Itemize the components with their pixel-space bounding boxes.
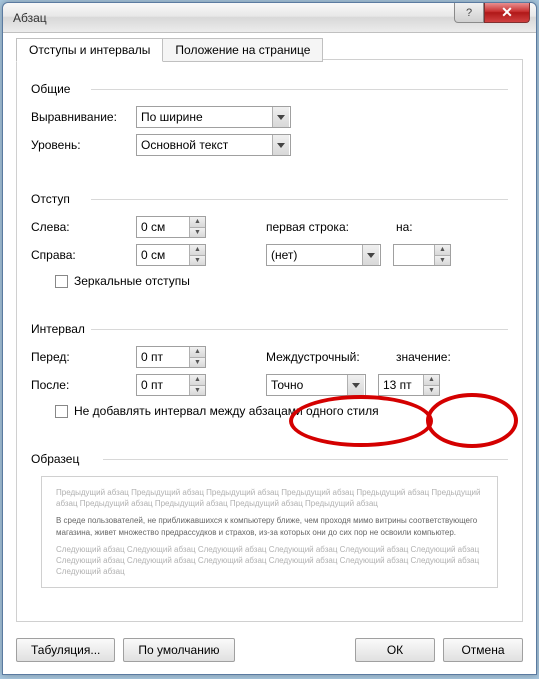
- preview-sample: В среде пользователей, не приближавшихся…: [56, 515, 483, 537]
- spin-down-icon[interactable]: ▼: [190, 228, 205, 238]
- chevron-down-icon[interactable]: [362, 245, 379, 265]
- firstline-label: первая строка:: [266, 220, 384, 234]
- default-button[interactable]: По умолчанию: [123, 638, 234, 662]
- group-interval: Интервал: [31, 322, 508, 336]
- spin-down-icon[interactable]: ▼: [190, 358, 205, 368]
- chevron-down-icon[interactable]: [347, 375, 364, 395]
- indent-right-spin[interactable]: 0 см ▲▼: [136, 244, 206, 266]
- spin-up-icon[interactable]: ▲: [190, 375, 205, 386]
- at-value: 13 пт: [379, 378, 423, 392]
- before-value: 0 пт: [137, 350, 189, 364]
- preview-box: Предыдущий абзац Предыдущий абзац Предыд…: [41, 476, 498, 588]
- noadd-checkbox[interactable]: [55, 405, 68, 418]
- indent-right-value: 0 см: [137, 248, 189, 262]
- alignment-combo[interactable]: По ширине: [136, 106, 291, 128]
- firstline-value: (нет): [271, 248, 297, 262]
- alignment-label: Выравнивание:: [31, 110, 136, 124]
- main-panel: Отступы и интервалы Положение на страниц…: [16, 59, 523, 622]
- after-spin[interactable]: 0 пт ▲▼: [136, 374, 206, 396]
- indent-left-spin[interactable]: 0 см ▲▼: [136, 216, 206, 238]
- before-label: Перед:: [31, 350, 136, 364]
- chevron-down-icon[interactable]: [272, 107, 289, 127]
- tabs-button[interactable]: Табуляция...: [16, 638, 115, 662]
- by-label: на:: [396, 220, 442, 234]
- preview-next: Следующий абзац Следующий абзац Следующи…: [56, 544, 483, 578]
- titlebar[interactable]: Абзац ? ✕: [3, 3, 536, 33]
- ok-button[interactable]: ОК: [355, 638, 435, 662]
- by-spin[interactable]: ▲▼: [393, 244, 451, 266]
- spin-down-icon[interactable]: ▼: [435, 256, 450, 266]
- spin-up-icon[interactable]: ▲: [190, 217, 205, 228]
- before-spin[interactable]: 0 пт ▲▼: [136, 346, 206, 368]
- after-label: После:: [31, 378, 136, 392]
- linespacing-label: Междустрочный:: [266, 350, 384, 364]
- indent-left-label: Слева:: [31, 220, 136, 234]
- alignment-value: По ширине: [141, 110, 203, 124]
- mirror-checkbox[interactable]: [55, 275, 68, 288]
- paragraph-dialog: Абзац ? ✕ Отступы и интервалы Положение …: [2, 2, 537, 675]
- at-spin[interactable]: 13 пт ▲▼: [378, 374, 440, 396]
- group-common: Общие: [31, 82, 508, 96]
- at-label: значение:: [396, 350, 442, 364]
- spin-up-icon[interactable]: ▲: [190, 245, 205, 256]
- mirror-label: Зеркальные отступы: [74, 274, 190, 288]
- indent-left-value: 0 см: [137, 220, 189, 234]
- cancel-button[interactable]: Отмена: [443, 638, 523, 662]
- preview-prev: Предыдущий абзац Предыдущий абзац Предыд…: [56, 487, 483, 509]
- window-title: Абзац: [13, 11, 47, 25]
- linespacing-combo[interactable]: Точно: [266, 374, 366, 396]
- level-combo[interactable]: Основной текст: [136, 134, 291, 156]
- spin-down-icon[interactable]: ▼: [190, 386, 205, 396]
- tab-indents[interactable]: Отступы и интервалы: [16, 38, 163, 62]
- indent-right-label: Справа:: [31, 248, 136, 262]
- spin-up-icon[interactable]: ▲: [435, 245, 450, 256]
- spin-down-icon[interactable]: ▼: [190, 256, 205, 266]
- close-button[interactable]: ✕: [484, 3, 530, 23]
- group-preview: Образец: [31, 452, 508, 466]
- firstline-combo[interactable]: (нет): [266, 244, 381, 266]
- chevron-down-icon[interactable]: [272, 135, 289, 155]
- noadd-label: Не добавлять интервал между абзацами одн…: [74, 404, 379, 418]
- group-indent: Отступ: [31, 192, 508, 206]
- level-label: Уровень:: [31, 138, 136, 152]
- after-value: 0 пт: [137, 378, 189, 392]
- tab-position[interactable]: Положение на странице: [162, 38, 323, 62]
- spin-up-icon[interactable]: ▲: [190, 347, 205, 358]
- spin-down-icon[interactable]: ▼: [424, 386, 439, 396]
- help-button[interactable]: ?: [454, 3, 484, 23]
- spin-up-icon[interactable]: ▲: [424, 375, 439, 386]
- linespacing-value: Точно: [271, 378, 303, 392]
- level-value: Основной текст: [141, 138, 228, 152]
